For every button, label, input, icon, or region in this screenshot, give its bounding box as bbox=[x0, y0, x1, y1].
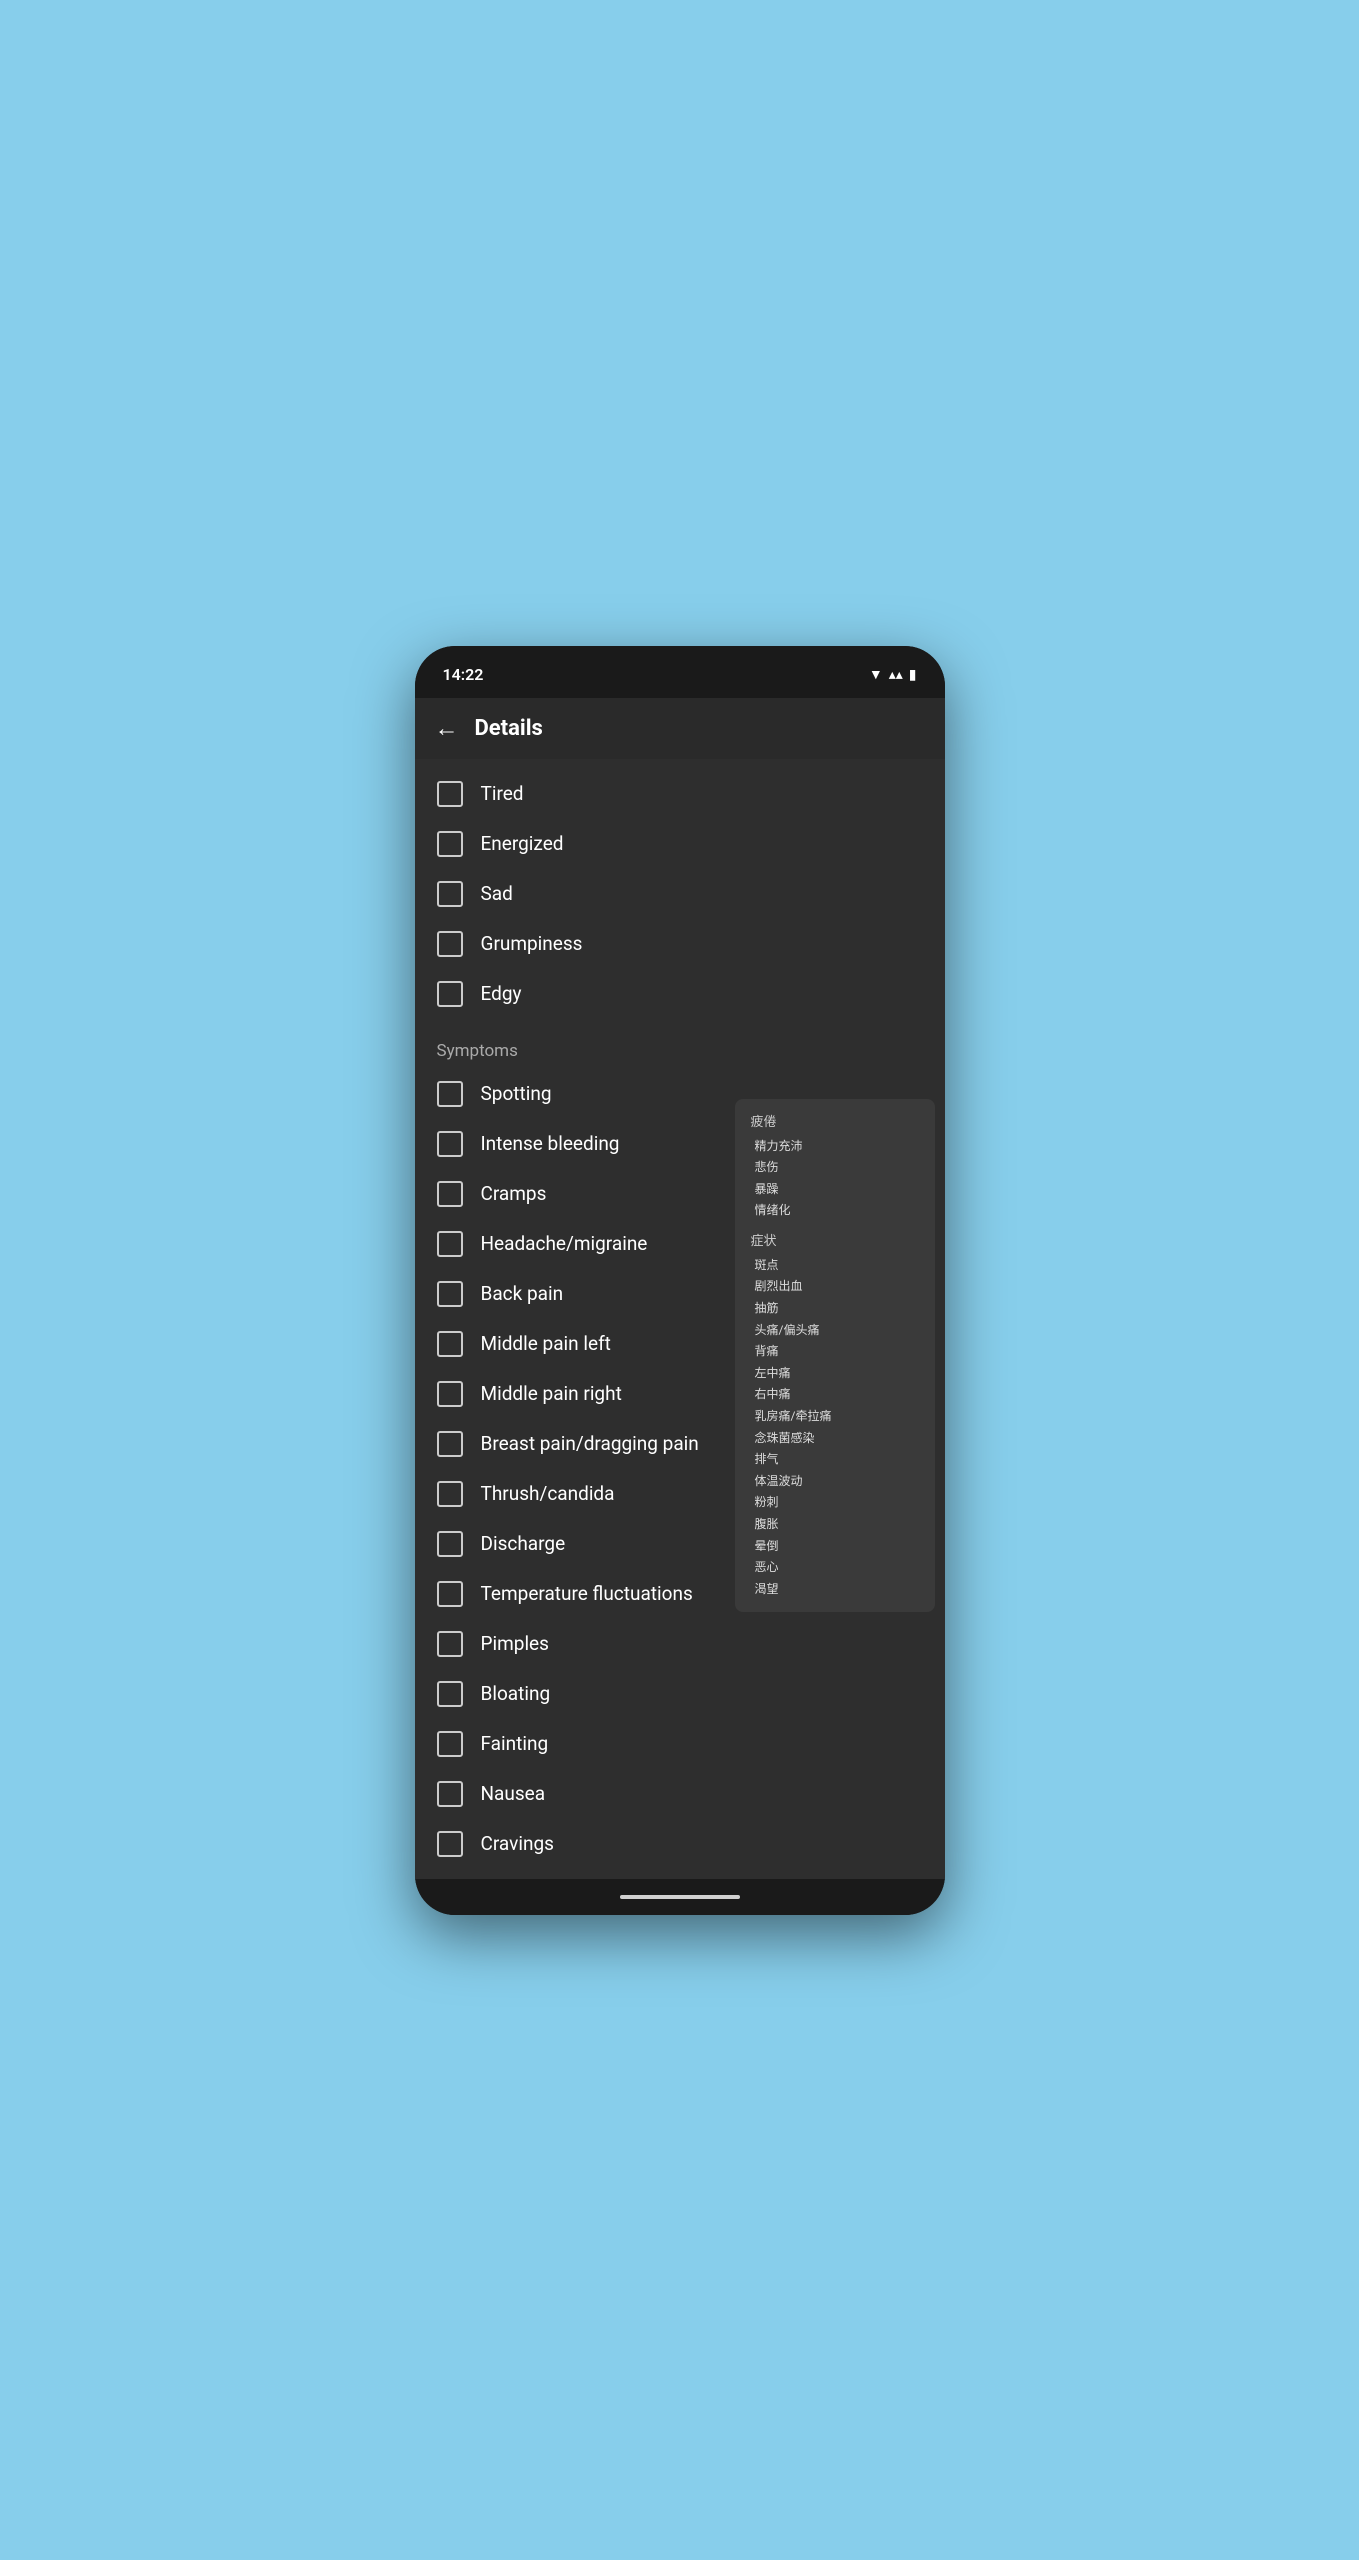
tooltip-item: 抽筋 bbox=[751, 1298, 919, 1320]
label-intense-bleeding: Intense bleeding bbox=[481, 1132, 620, 1155]
checkbox-breast-pain[interactable] bbox=[437, 1431, 463, 1457]
list-item[interactable]: Tired bbox=[415, 769, 945, 819]
tooltip-item: 背痛 bbox=[751, 1341, 919, 1363]
checkbox-discharge[interactable] bbox=[437, 1531, 463, 1557]
list-item[interactable]: Fainting bbox=[415, 1719, 945, 1769]
tooltip-item: 排气 bbox=[751, 1449, 919, 1471]
wifi-icon: ▼ bbox=[869, 666, 883, 683]
page-title: Details bbox=[475, 716, 543, 741]
tooltip-item: 恶心 bbox=[751, 1557, 919, 1579]
checkbox-energized[interactable] bbox=[437, 831, 463, 857]
checkbox-tired[interactable] bbox=[437, 781, 463, 807]
home-indicator bbox=[620, 1895, 740, 1899]
status-time: 14:22 bbox=[443, 665, 484, 684]
label-pimples: Pimples bbox=[481, 1632, 549, 1655]
checkbox-intense-bleeding[interactable] bbox=[437, 1131, 463, 1157]
tooltip-item: 念珠菌感染 bbox=[751, 1428, 919, 1450]
label-grumpiness: Grumpiness bbox=[481, 932, 583, 955]
symptoms-section-label: Symptoms bbox=[415, 1027, 945, 1069]
label-middle-pain-right: Middle pain right bbox=[481, 1382, 622, 1405]
tooltip-section2-label: 症状 bbox=[751, 1230, 919, 1249]
status-icons: ▼ ▴▴ ▮ bbox=[869, 666, 917, 683]
tooltip-item: 乳房痛/牵拉痛 bbox=[751, 1406, 919, 1428]
label-sad: Sad bbox=[481, 882, 513, 905]
label-nausea: Nausea bbox=[481, 1782, 546, 1805]
tooltip-item: 右中痛 bbox=[751, 1384, 919, 1406]
tooltip-item: 粉刺 bbox=[751, 1492, 919, 1514]
tooltip-item: 悲伤 bbox=[751, 1157, 919, 1179]
battery-icon: ▮ bbox=[909, 667, 917, 683]
status-bar: 14:22 ▼ ▴▴ ▮ bbox=[415, 646, 945, 698]
checkbox-thrush[interactable] bbox=[437, 1481, 463, 1507]
list-item[interactable]: Grumpiness bbox=[415, 919, 945, 969]
label-edgy: Edgy bbox=[481, 982, 522, 1005]
label-fainting: Fainting bbox=[481, 1732, 549, 1755]
signal-icon: ▴▴ bbox=[889, 667, 903, 683]
checkbox-nausea[interactable] bbox=[437, 1781, 463, 1807]
label-energized: Energized bbox=[481, 832, 564, 855]
label-breast-pain: Breast pain/dragging pain bbox=[481, 1432, 699, 1455]
label-headache: Headache/migraine bbox=[481, 1232, 648, 1255]
tooltip-item: 情绪化 bbox=[751, 1200, 919, 1222]
bottom-bar bbox=[415, 1879, 945, 1915]
label-back-pain: Back pain bbox=[481, 1282, 564, 1305]
tooltip-item: 晕倒 bbox=[751, 1536, 919, 1558]
label-cravings: Cravings bbox=[481, 1832, 554, 1855]
checkbox-grumpiness[interactable] bbox=[437, 931, 463, 957]
checkbox-back-pain[interactable] bbox=[437, 1281, 463, 1307]
label-thrush: Thrush/candida bbox=[481, 1482, 615, 1505]
tooltip-item: 头痛/偏头痛 bbox=[751, 1320, 919, 1342]
checkbox-middle-pain-right[interactable] bbox=[437, 1381, 463, 1407]
content-area: Tired Energized Sad Grumpiness Edgy Symp… bbox=[415, 759, 945, 1879]
list-item[interactable]: Pimples bbox=[415, 1619, 945, 1669]
list-item[interactable]: Bloating bbox=[415, 1669, 945, 1719]
label-cramps: Cramps bbox=[481, 1182, 547, 1205]
checkbox-cramps[interactable] bbox=[437, 1181, 463, 1207]
back-button[interactable]: ← bbox=[435, 714, 459, 743]
checkbox-headache[interactable] bbox=[437, 1231, 463, 1257]
checkbox-pimples[interactable] bbox=[437, 1631, 463, 1657]
label-tired: Tired bbox=[481, 782, 524, 805]
tooltip-item: 体温波动 bbox=[751, 1471, 919, 1493]
checkbox-fainting[interactable] bbox=[437, 1731, 463, 1757]
label-temp-fluctuations: Temperature fluctuations bbox=[481, 1582, 693, 1605]
tooltip-item: 剧烈出血 bbox=[751, 1276, 919, 1298]
checkbox-temp-fluctuations[interactable] bbox=[437, 1581, 463, 1607]
tooltip-item: 左中痛 bbox=[751, 1363, 919, 1385]
tooltip-item: 腹胀 bbox=[751, 1514, 919, 1536]
list-item[interactable]: Cravings bbox=[415, 1819, 945, 1869]
checkbox-cravings[interactable] bbox=[437, 1831, 463, 1857]
checkbox-middle-pain-left[interactable] bbox=[437, 1331, 463, 1357]
checkbox-bloating[interactable] bbox=[437, 1681, 463, 1707]
tooltip-item: 渴望 bbox=[751, 1579, 919, 1601]
checkbox-spotting[interactable] bbox=[437, 1081, 463, 1107]
tooltip-item: 斑点 bbox=[751, 1255, 919, 1277]
tooltip-section1-label: 疲倦 bbox=[751, 1111, 919, 1130]
checkbox-edgy[interactable] bbox=[437, 981, 463, 1007]
phone-frame: 14:22 ▼ ▴▴ ▮ ← Details Tired Energized S… bbox=[415, 646, 945, 1915]
tooltip-item: 暴躁 bbox=[751, 1179, 919, 1201]
label-bloating: Bloating bbox=[481, 1682, 551, 1705]
tooltip-item: 精力充沛 bbox=[751, 1136, 919, 1158]
list-item[interactable]: Sad bbox=[415, 869, 945, 919]
tooltip-panel: 疲倦 精力充沛 悲伤 暴躁 情绪化 症状 斑点 剧烈出血 抽筋 头痛/偏头痛 背… bbox=[735, 1099, 935, 1613]
header: ← Details bbox=[415, 698, 945, 759]
label-spotting: Spotting bbox=[481, 1082, 552, 1105]
label-discharge: Discharge bbox=[481, 1532, 566, 1555]
list-item[interactable]: Nausea bbox=[415, 1769, 945, 1819]
list-item[interactable]: Edgy bbox=[415, 969, 945, 1019]
list-item[interactable]: Energized bbox=[415, 819, 945, 869]
label-middle-pain-left: Middle pain left bbox=[481, 1332, 611, 1355]
checkbox-sad[interactable] bbox=[437, 881, 463, 907]
